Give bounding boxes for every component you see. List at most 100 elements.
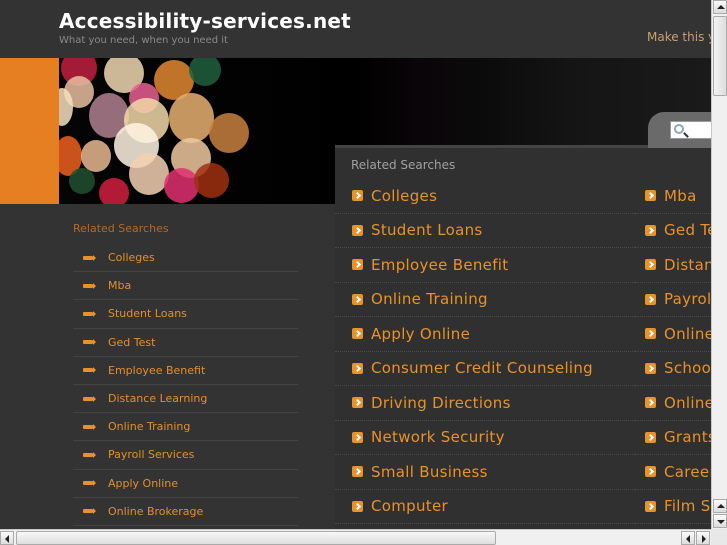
search-link[interactable]: Mba [635, 179, 711, 214]
search-link-label[interactable]: Small Business [371, 463, 488, 481]
search-link[interactable]: Student Loans [335, 214, 635, 248]
search-link-label[interactable]: Student Loans [371, 221, 483, 239]
search-link[interactable]: Online Training [335, 283, 635, 317]
search-link-label[interactable]: Film School [664, 497, 711, 515]
chevron-right-icon [352, 431, 363, 443]
sidebar-item[interactable]: Distance Learning [73, 385, 298, 414]
chevron-right-icon [645, 328, 656, 340]
search-link[interactable]: Grants [635, 421, 711, 455]
scroll-left-button-right[interactable] [681, 531, 695, 545]
search-link[interactable]: Employee Benefit [335, 248, 635, 283]
arrow-left-icon [5, 535, 9, 543]
pointing-hand-icon [83, 451, 96, 458]
sidebar-item-label[interactable]: Ged Test [108, 336, 155, 349]
search-link-label[interactable]: Online Degree [664, 394, 711, 412]
sidebar-item-label[interactable]: Mba [108, 279, 131, 292]
search-link[interactable]: Network Security [335, 421, 635, 455]
search-link-label[interactable]: Payroll Services [664, 290, 711, 308]
search-input[interactable] [670, 121, 711, 139]
search-link-label[interactable]: Online Training [371, 290, 488, 308]
search-link-label[interactable]: Online Brokerage [664, 325, 711, 343]
search-link-label[interactable]: Grants [664, 428, 711, 446]
sidebar-item[interactable]: Online Brokerage [73, 498, 298, 526]
search-link-label[interactable]: Ged Test [664, 221, 711, 239]
sidebar-item-label[interactable]: Apply Online [108, 477, 178, 490]
sidebar-list: Colleges Mba Student Loans Ged Test Empl… [73, 244, 298, 526]
chevron-right-icon [352, 224, 363, 236]
search-link[interactable]: Schools [635, 352, 711, 386]
scroll-right-button[interactable] [696, 531, 710, 545]
search-link[interactable]: Online Degree [635, 386, 711, 421]
pointing-hand-icon [83, 282, 96, 289]
chevron-right-icon [645, 362, 656, 374]
search-link-label[interactable]: Employee Benefit [371, 256, 508, 274]
vertical-scrollbar[interactable] [711, 0, 727, 529]
search-link[interactable]: Computer [335, 490, 635, 524]
site-title[interactable]: Accessibility-services.net [59, 9, 351, 33]
magnifier-icon[interactable] [674, 124, 684, 134]
sidebar-item-label[interactable]: Student Loans [108, 307, 187, 320]
sidebar-item-label[interactable]: Payroll Services [108, 448, 194, 461]
search-link-label[interactable]: Computer [371, 497, 448, 515]
search-link-label[interactable]: Network Security [371, 428, 505, 446]
search-link[interactable]: Distance Learning [635, 248, 711, 283]
chevron-right-icon [645, 431, 656, 443]
search-link-label[interactable]: Apply Online [371, 325, 470, 343]
sidebar-item[interactable]: Employee Benefit [73, 357, 298, 385]
search-link[interactable]: Careers [635, 455, 711, 490]
search-link-label[interactable]: Driving Directions [371, 394, 511, 412]
search-link[interactable]: Apply Online [335, 317, 635, 352]
chevron-right-icon [352, 328, 363, 340]
search-link[interactable]: Driving Directions [335, 386, 635, 421]
scroll-down-button[interactable] [713, 514, 727, 528]
related-searches-panel: Related Searches Colleges Student Loans … [335, 145, 711, 529]
search-link[interactable]: Consumer Credit Counseling [335, 352, 635, 386]
scroll-left-button[interactable] [0, 531, 14, 545]
pointing-hand-icon [83, 395, 96, 402]
scroll-up-button[interactable] [713, 0, 727, 14]
sidebar-item[interactable]: Mba [73, 272, 298, 301]
sidebar-item[interactable]: Payroll Services [73, 441, 298, 470]
vertical-scroll-thumb[interactable] [713, 16, 727, 96]
chevron-right-icon [352, 259, 363, 271]
page-viewport: Accessibility-services.net What you need… [0, 0, 711, 529]
chevron-right-icon [352, 190, 363, 202]
results-column-1: Colleges Student Loans Employee Benefit … [335, 179, 635, 524]
search-link[interactable]: Small Business [335, 455, 635, 490]
search-link[interactable]: Online Brokerage [635, 317, 711, 352]
arrow-down-icon [717, 520, 725, 524]
horizontal-scrollbar[interactable] [0, 529, 711, 545]
search-link[interactable]: Colleges [335, 179, 635, 214]
sidebar-item[interactable]: Online Training [73, 413, 298, 442]
pointing-hand-icon [83, 339, 96, 346]
sidebar-item-label[interactable]: Online Training [108, 420, 190, 433]
sidebar-item[interactable]: Student Loans [73, 300, 298, 329]
sidebar-item-label[interactable]: Colleges [108, 251, 155, 264]
search-link[interactable]: Ged Test [635, 214, 711, 248]
make-homepage-link[interactable]: Make this your homepage [647, 30, 711, 44]
chevron-right-icon [645, 190, 656, 202]
scroll-up-button-bottom[interactable] [713, 499, 727, 513]
search-link[interactable]: Film School [635, 490, 711, 524]
sidebar-item-label[interactable]: Employee Benefit [108, 364, 205, 377]
search-link-label[interactable]: Schools [664, 359, 711, 377]
arrow-up-icon [717, 504, 725, 508]
search-link-label[interactable]: Consumer Credit Counseling [371, 359, 593, 377]
sidebar-title: Related Searches [73, 222, 169, 235]
search-link-label[interactable]: Mba [664, 187, 697, 205]
bokeh-lights-image [59, 58, 309, 204]
sidebar-item[interactable]: Apply Online [73, 470, 298, 498]
sidebar-item[interactable]: Ged Test [73, 329, 298, 357]
search-link-label[interactable]: Distance Learning [664, 256, 711, 274]
arrow-up-icon [717, 5, 725, 9]
sidebar-item-label[interactable]: Online Brokerage [108, 505, 203, 518]
pointing-hand-icon [83, 508, 96, 515]
sidebar-item[interactable]: Colleges [73, 244, 298, 273]
horizontal-scroll-thumb[interactable] [16, 531, 496, 545]
sidebar-item-label[interactable]: Distance Learning [108, 392, 207, 405]
main-title: Related Searches [351, 158, 456, 172]
search-link-label[interactable]: Colleges [371, 187, 437, 205]
chevron-right-icon [645, 293, 656, 305]
search-link-label[interactable]: Careers [664, 463, 711, 481]
search-link[interactable]: Payroll Services [635, 283, 711, 317]
